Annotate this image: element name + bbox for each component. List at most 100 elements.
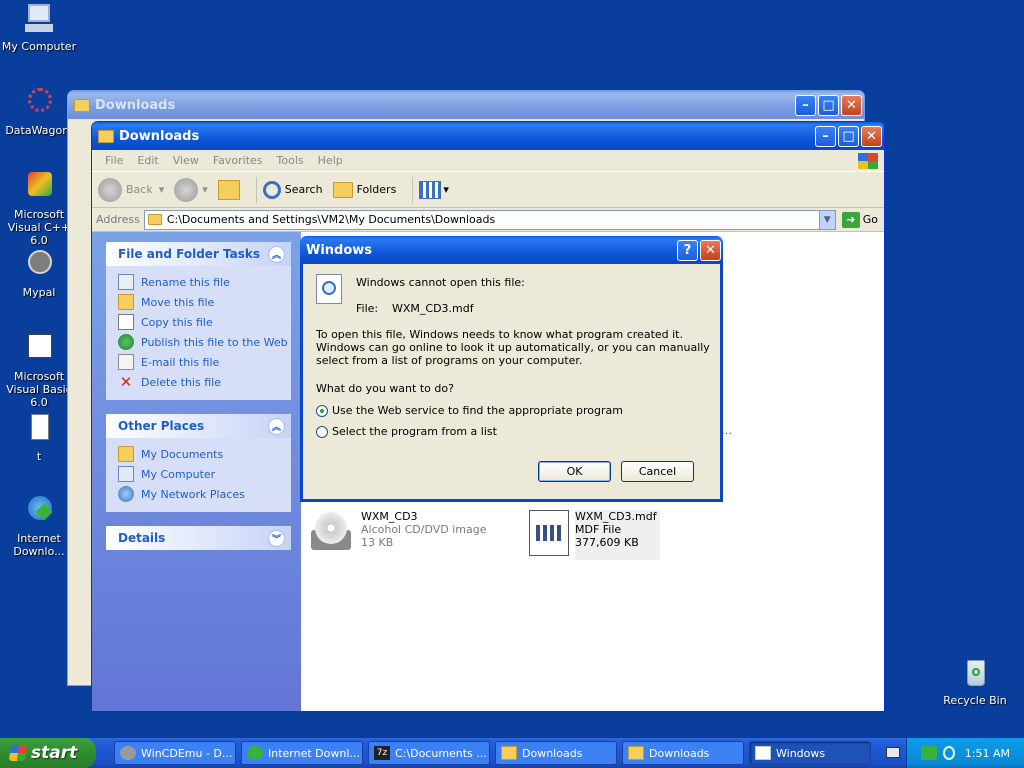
maximize-button[interactable]: □ bbox=[838, 125, 859, 147]
place-my-documents[interactable]: My Documents bbox=[118, 444, 291, 464]
titlebar[interactable]: Downloads – □ ✕ bbox=[68, 91, 864, 119]
search-button[interactable]: Search bbox=[262, 180, 323, 199]
panel-header[interactable]: File and Folder Tasks ︽ bbox=[106, 242, 291, 266]
titlebar[interactable]: Downloads – □ ✕ bbox=[92, 122, 884, 150]
7zip-icon: 7z bbox=[374, 746, 390, 760]
place-my-computer[interactable]: My Computer bbox=[118, 464, 291, 484]
go-button[interactable]: ➜ Go bbox=[841, 211, 878, 228]
keyboard-icon[interactable] bbox=[886, 747, 900, 758]
folder-icon bbox=[118, 446, 134, 462]
forward-arrow-icon bbox=[174, 177, 199, 202]
start-button[interactable]: start bbox=[0, 738, 96, 768]
list-item-selected[interactable]: WXM_CD3.mdf MDF File 377,609 KB bbox=[529, 510, 729, 560]
other-places-panel: Other Places ︽ My Documents My Computer … bbox=[106, 414, 291, 512]
clock[interactable]: 1:51 AM bbox=[965, 747, 1010, 760]
list-item[interactable]: WXM_CD3 Alcohol CD/DVD image 13 KB bbox=[309, 510, 509, 560]
wincdemu-icon bbox=[120, 746, 136, 760]
folder-icon bbox=[628, 746, 644, 760]
panel-header[interactable]: Details ︾ bbox=[106, 526, 291, 550]
address-input[interactable]: C:\Documents and Settings\VM2\My Documen… bbox=[143, 209, 836, 230]
task-publish[interactable]: Publish this file to the Web bbox=[118, 332, 291, 352]
toolbar: Back ▾ ▾ Search Folders ▾ bbox=[92, 172, 884, 208]
ok-button[interactable]: OK bbox=[538, 461, 611, 482]
cannot-open-text: Windows cannot open this file: bbox=[356, 276, 525, 289]
move-icon bbox=[118, 294, 134, 310]
menu-view[interactable]: View bbox=[173, 154, 199, 167]
desktop-icon-recycle-bin[interactable]: Recycle Bin bbox=[936, 656, 1014, 707]
dropdown-icon: ▾ bbox=[158, 183, 165, 196]
select-from-list-radio[interactable]: Select the program from a list bbox=[316, 425, 497, 438]
collapse-chevron-icon[interactable]: ︽ bbox=[268, 245, 285, 263]
forward-button[interactable]: ▾ bbox=[174, 177, 208, 202]
back-button[interactable]: Back ▾ bbox=[98, 177, 165, 202]
expand-chevron-icon[interactable]: ︾ bbox=[268, 529, 285, 547]
recycle-bin-icon bbox=[958, 656, 992, 690]
globe-icon bbox=[118, 334, 134, 350]
address-label: Address bbox=[96, 213, 140, 226]
dropdown-icon: ▾ bbox=[202, 183, 208, 196]
copy-icon bbox=[118, 314, 134, 330]
taskbar-item-downloads-1[interactable]: Downloads bbox=[495, 741, 617, 765]
folder-icon bbox=[98, 129, 114, 143]
collapse-chevron-icon[interactable]: ︽ bbox=[268, 417, 285, 435]
mdf-file-icon bbox=[529, 510, 569, 556]
search-icon bbox=[262, 180, 281, 199]
task-rename[interactable]: Rename this file bbox=[118, 272, 291, 292]
question-text: What do you want to do? bbox=[316, 382, 454, 395]
dialog-titlebar[interactable]: Windows ? ✕ bbox=[300, 236, 723, 264]
close-button[interactable]: ✕ bbox=[861, 125, 882, 147]
folder-icon bbox=[74, 98, 90, 112]
task-delete[interactable]: ✕ Delete this file bbox=[118, 372, 291, 392]
taskbar-item-downloads-2[interactable]: Downloads bbox=[622, 741, 744, 765]
help-button[interactable]: ? bbox=[677, 239, 698, 261]
menu-tools[interactable]: Tools bbox=[277, 154, 304, 167]
file-name-value: WXM_CD3.mdf bbox=[392, 302, 474, 315]
menu-help[interactable]: Help bbox=[318, 154, 343, 167]
desktop-icon-my-computer[interactable]: My Computer bbox=[0, 2, 78, 53]
task-move[interactable]: Move this file bbox=[118, 292, 291, 312]
menu-favorites[interactable]: Favorites bbox=[213, 154, 263, 167]
datawagon-icon bbox=[22, 86, 56, 120]
place-my-network[interactable]: My Network Places bbox=[118, 484, 291, 504]
address-value: C:\Documents and Settings\VM2\My Documen… bbox=[166, 213, 496, 226]
details-panel: Details ︾ bbox=[106, 526, 291, 550]
up-folder-icon bbox=[217, 179, 240, 200]
web-service-radio[interactable]: Use the Web service to find the appropri… bbox=[316, 404, 623, 417]
cancel-button[interactable]: Cancel bbox=[621, 461, 694, 482]
my-computer-icon bbox=[118, 466, 134, 482]
network-tray-icon[interactable] bbox=[920, 746, 937, 760]
folders-icon bbox=[332, 181, 353, 198]
menu-file[interactable]: File bbox=[105, 154, 123, 167]
menu-edit[interactable]: Edit bbox=[137, 154, 158, 167]
file-type: Alcohol CD/DVD image bbox=[361, 523, 487, 536]
panel-header[interactable]: Other Places ︽ bbox=[106, 414, 291, 438]
folders-button[interactable]: Folders bbox=[332, 181, 396, 198]
taskbar-item-windows-dialog[interactable]: Windows bbox=[749, 741, 871, 765]
recycle-tray-icon[interactable] bbox=[942, 746, 955, 760]
views-button[interactable]: ▾ bbox=[419, 180, 449, 199]
task-email[interactable]: E-mail this file bbox=[118, 352, 291, 372]
network-icon bbox=[118, 486, 134, 502]
internet-download-icon bbox=[22, 494, 56, 528]
close-button[interactable]: ✕ bbox=[841, 94, 862, 116]
task-pane: File and Folder Tasks ︽ Rename this file… bbox=[92, 232, 301, 711]
radio-icon bbox=[316, 425, 328, 438]
close-button[interactable]: ✕ bbox=[700, 239, 721, 261]
up-folder-button[interactable] bbox=[217, 179, 240, 200]
minimize-button[interactable]: – bbox=[815, 125, 836, 147]
system-tray: 1:51 AM bbox=[906, 738, 1024, 768]
toolbar-separator bbox=[255, 176, 257, 203]
address-dropdown-button[interactable]: ▼ bbox=[818, 210, 835, 229]
task-copy[interactable]: Copy this file bbox=[118, 312, 291, 332]
minimize-button[interactable]: – bbox=[795, 94, 816, 116]
visual-basic-icon bbox=[22, 332, 56, 366]
taskbar-item-internet-download[interactable]: Internet Downl... bbox=[241, 741, 363, 765]
taskbar-item-wincdemu[interactable]: WinCDEmu - D... bbox=[114, 741, 236, 765]
taskbar-item-7zip[interactable]: 7z C:\Documents ... bbox=[368, 741, 490, 765]
maximize-button[interactable]: □ bbox=[818, 94, 839, 116]
cd-image-icon bbox=[309, 510, 353, 554]
windows-logo-icon bbox=[858, 152, 878, 169]
folder-icon bbox=[147, 214, 162, 225]
address-bar: Address C:\Documents and Settings\VM2\My… bbox=[92, 208, 884, 232]
open-with-dialog[interactable]: Windows ? ✕ Windows cannot open this fil… bbox=[300, 236, 723, 502]
